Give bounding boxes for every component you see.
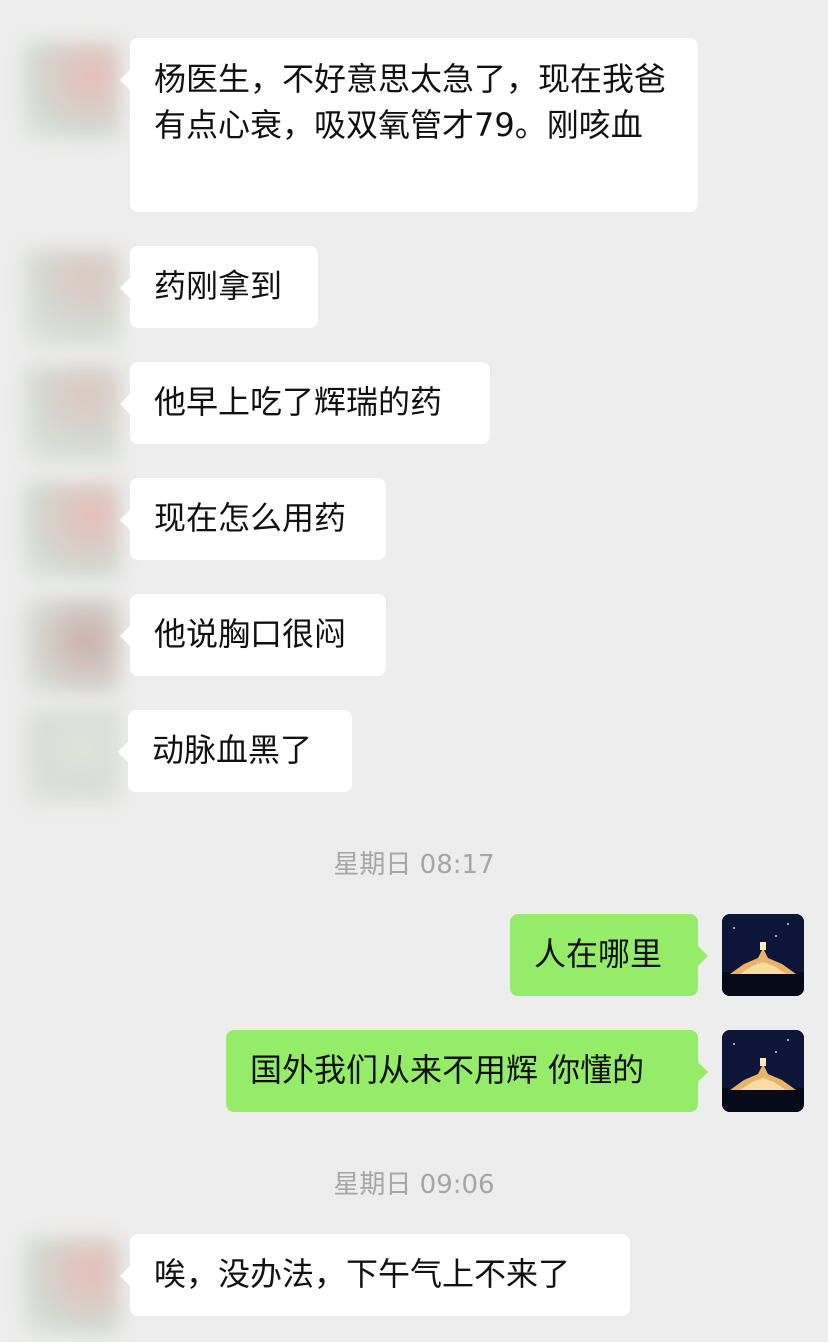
chat-conversation: 杨医生，不好意思太急了，现在我爸有点心衰，吸双氧管才79。刚咳血 药刚拿到 他早… (0, 0, 828, 1342)
message-text: 他说胸口很闷 (154, 615, 347, 653)
message-bubble-incoming[interactable]: 唉，没办法，下午气上不来了 (120, 1234, 630, 1316)
message-bubble-outgoing[interactable]: 国外我们从来不用辉 你懂的 (226, 1030, 708, 1112)
message-text: 国外我们从来不用辉 你懂的 (250, 1051, 645, 1089)
self-avatar[interactable] (722, 914, 804, 996)
message-bubble-incoming[interactable]: 他说胸口很闷 (120, 594, 386, 676)
message-text: 药刚拿到 (154, 267, 283, 305)
contact-avatar[interactable] (24, 598, 120, 694)
contact-avatar[interactable] (24, 250, 120, 346)
self-avatar[interactable] (722, 1030, 804, 1112)
night-temple-photo-icon (722, 914, 804, 996)
message-bubble-outgoing[interactable]: 人在哪里 (510, 914, 708, 996)
message-bubble-incoming[interactable]: 动脉血黑了 (118, 710, 352, 792)
message-timestamp: 星期日 09:06 (333, 1170, 495, 1200)
contact-avatar[interactable] (24, 708, 120, 804)
message-text: 人在哪里 (534, 935, 663, 973)
contact-avatar[interactable] (24, 1238, 120, 1334)
message-text: 杨医生，不好意思太急了，现在我爸有点心衰，吸双氧管才79。刚咳血 (154, 60, 667, 144)
message-bubble-incoming[interactable]: 杨医生，不好意思太急了，现在我爸有点心衰，吸双氧管才79。刚咳血 (120, 38, 698, 212)
contact-avatar[interactable] (24, 482, 120, 578)
message-bubble-incoming[interactable]: 他早上吃了辉瑞的药 (120, 362, 490, 444)
message-text: 现在怎么用药 (154, 499, 347, 537)
contact-avatar[interactable] (24, 366, 120, 462)
message-bubble-incoming[interactable]: 现在怎么用药 (120, 478, 386, 560)
message-text: 唉，没办法，下午气上不来了 (154, 1255, 571, 1293)
message-text: 动脉血黑了 (152, 731, 313, 769)
message-bubble-incoming[interactable]: 药刚拿到 (120, 246, 318, 328)
night-temple-photo-icon (722, 1030, 804, 1112)
contact-avatar[interactable] (24, 42, 120, 138)
message-text: 他早上吃了辉瑞的药 (154, 383, 443, 421)
message-timestamp: 星期日 08:17 (333, 850, 495, 880)
